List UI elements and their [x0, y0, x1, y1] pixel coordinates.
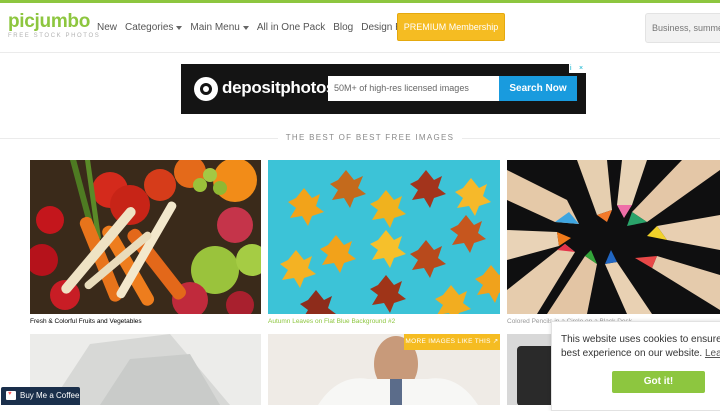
ad-close-icon[interactable]: ×	[579, 64, 583, 73]
ad-search-field[interactable]: 50M+ of high-res licensed images	[328, 76, 499, 101]
nav-item-main-menu[interactable]: Main Menu	[190, 22, 249, 33]
vegetables-photo	[30, 160, 261, 314]
cookie-message-line: best experience on our website.	[561, 348, 703, 359]
logo-tagline: FREE STOCK PHOTOS	[8, 33, 101, 39]
autumn-leaves-photo	[268, 160, 500, 314]
learn-more-link[interactable]: Learn m	[705, 348, 720, 359]
nav-label: All in One Pack	[256, 22, 326, 33]
ad-search-button[interactable]: Search Now	[499, 76, 577, 101]
image-autumn-leaves[interactable]	[268, 160, 500, 314]
nav-item-categories[interactable]: Categories	[125, 22, 183, 33]
buy-me-a-coffee-button[interactable]: ♥ Buy Me a Coffee	[1, 387, 80, 405]
image-colored-pencils[interactable]	[507, 160, 720, 314]
chevron-down-icon	[242, 25, 249, 30]
cookie-consent-banner: This website uses cookies to ensure you …	[551, 321, 720, 411]
section-title-text: THE BEST OF BEST FREE IMAGES	[277, 133, 463, 142]
cookie-accept-button[interactable]: Got it!	[612, 371, 705, 393]
nav-label: Blog	[333, 22, 354, 33]
image-fruits-vegetables[interactable]	[30, 160, 261, 314]
cookie-message: This website uses cookies to ensure you …	[561, 333, 720, 361]
logo-wordmark: picjumbo	[8, 11, 91, 32]
depositphotos-ad-banner[interactable]: depositphotos 50M+ of high-res licensed …	[181, 64, 586, 114]
nav-label: Categories	[125, 22, 174, 33]
depositphotos-logo-icon	[194, 77, 218, 101]
nav-item-new[interactable]: New	[97, 22, 117, 33]
ad-info-icon[interactable]: i	[570, 64, 572, 73]
section-title: THE BEST OF BEST FREE IMAGES	[0, 133, 720, 142]
premium-membership-button[interactable]: PREMIUM Membership	[397, 13, 505, 41]
nav-item-blog[interactable]: Blog	[333, 22, 353, 33]
nav-label: Main Menu	[190, 22, 240, 33]
image-caption[interactable]: Fresh & Colorful Fruits and Vegetables	[30, 318, 142, 325]
image-caption[interactable]: Autumn Leaves on Flat Blue Background #2	[268, 318, 395, 325]
search-input[interactable]: Business, summer	[645, 13, 720, 43]
more-images-like-this-button[interactable]: MORE IMAGES LIKE THIS ↗	[404, 334, 500, 350]
nav-item-all-in-one-pack[interactable]: All in One Pack	[257, 22, 325, 33]
coffee-label: Buy Me a Coffee	[20, 391, 80, 400]
heart-icon: ♥	[8, 391, 12, 397]
chevron-down-icon	[176, 25, 183, 30]
cookie-message-line: This website uses cookies to ensure you	[561, 334, 720, 345]
site-header: picjumbo FREE STOCK PHOTOS New Categorie…	[0, 3, 720, 53]
colored-pencils-photo	[507, 160, 720, 314]
ad-brand-name: depositphotos	[222, 78, 336, 97]
site-logo[interactable]: picjumbo FREE STOCK PHOTOS	[8, 12, 100, 39]
nav-label: New	[97, 22, 118, 33]
